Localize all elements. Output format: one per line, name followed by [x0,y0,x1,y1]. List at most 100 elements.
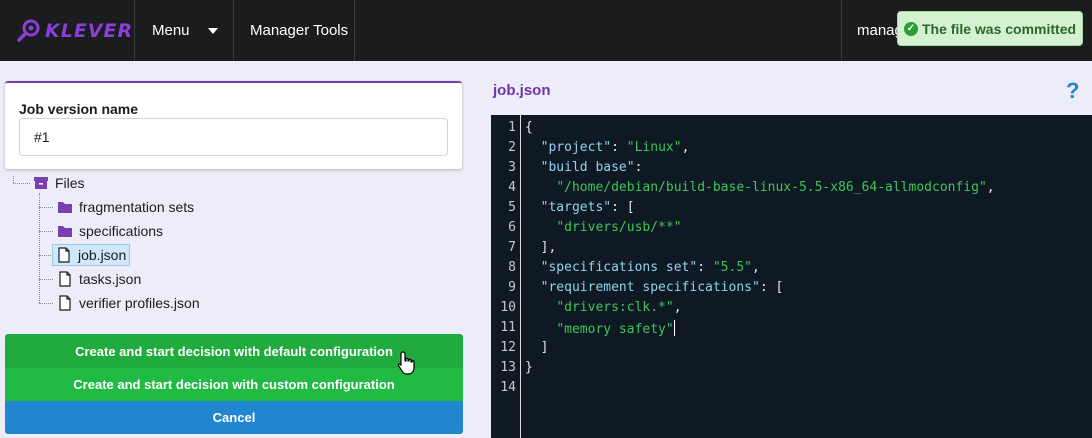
json-punctuation [525,160,541,175]
json-string: "memory safety" [556,322,674,337]
check-circle-icon: ✓ [904,21,918,36]
code-line[interactable]: "targets": [ [525,200,635,215]
line-number: 14 [500,380,516,395]
code-line[interactable]: "specifications set": "5.5", [525,260,760,275]
json-punctuation [525,180,556,195]
json-punctuation: : [ [611,200,635,215]
file-icon [59,295,71,311]
json-string: "drivers:clk.*" [556,300,674,315]
tree-item-verifier-profiles-json[interactable]: verifier profiles.json [57,292,200,314]
json-punctuation [525,200,541,215]
code-line[interactable]: ] [525,340,549,355]
tree-root-label: Files [55,175,85,191]
file-icon [58,247,70,263]
line-number: 4 [508,180,516,195]
json-punctuation: } [525,360,533,375]
json-string: "Linux" [626,140,682,155]
file-icon [59,271,71,287]
tree-connector [39,193,40,303]
json-punctuation: : [634,160,643,175]
code-line[interactable]: "/home/debian/build-base-linux-5.5-x86_6… [525,180,995,195]
editor-file-title: job.json [493,82,551,99]
start-default-config-button[interactable]: Create and start decision with default c… [5,334,463,368]
json-punctuation: : [697,260,713,275]
folder-icon [58,226,72,237]
line-number-gutter: 1 2 3 4 5 6 7 8 9 10 11 12 13 14 [491,115,521,438]
code-line[interactable]: "drivers:clk.*", [525,300,682,315]
line-number: 11 [500,320,516,335]
json-key: "build base" [540,160,635,175]
code-line[interactable]: "build base": [525,160,643,175]
tree-connector [39,279,53,280]
text-caret [673,320,675,336]
json-punctuation: , [752,260,760,275]
line-number: 3 [508,160,516,175]
json-punctuation: { [525,120,533,135]
tree-connector [13,183,30,184]
tree-connector [39,207,53,208]
logo-text: KLEVER [45,19,134,42]
json-punctuation: , [986,180,995,195]
tree-connector [39,231,53,232]
job-version-label: Job version name [19,101,139,117]
json-punctuation: : [611,140,627,155]
json-punctuation: , [673,300,682,315]
tree-item-job-json[interactable]: job.json [52,244,131,266]
code-editor[interactable]: 1 2 3 4 5 6 7 8 9 10 11 12 13 14 { "project": "Linux"… [491,115,1092,438]
menu-dropdown[interactable]: Menu [135,0,234,61]
json-punctuation [525,260,541,275]
job-version-input[interactable] [19,118,448,156]
line-number: 2 [508,140,516,155]
json-punctuation [525,280,541,295]
json-punctuation: ], [525,240,557,255]
tree-connector [13,176,14,183]
json-string: "/home/debian/build-base-linux-5.5-x86_6… [556,180,987,195]
line-number: 12 [500,340,516,355]
tree-item-label: fragmentation sets [79,199,195,215]
line-number: 9 [508,280,516,295]
code-line[interactable]: } [525,360,533,375]
tree-root-files[interactable]: Files [33,172,85,194]
line-number: 13 [500,360,516,375]
tree-item-label: tasks.json [79,271,142,287]
tree-item-fragmentation-sets[interactable]: fragmentation sets [57,196,194,218]
hand-pointer-icon [397,351,415,375]
json-punctuation [525,140,541,155]
code-line[interactable]: "memory safety" [525,320,675,337]
archive-icon [34,177,48,189]
job-version-card: Job version name [5,81,462,169]
tree-item-tasks-json[interactable]: tasks.json [57,268,141,290]
line-number: 8 [508,260,516,275]
json-key: "project" [540,140,612,155]
tree-item-specifications[interactable]: specifications [57,220,163,242]
json-string: "drivers/usb/**" [556,220,682,235]
cancel-button[interactable]: Cancel [5,401,463,434]
line-number: 10 [500,300,516,315]
manager-tools-label: Manager Tools [250,22,349,39]
success-toast[interactable]: ✓ The file was committed [897,11,1083,46]
json-punctuation [525,300,556,315]
tree-item-label: specifications [79,223,164,239]
json-punctuation: : [ [759,280,784,295]
help-icon[interactable]: ? [1066,78,1088,104]
tree-item-label: verifier profiles.json [79,295,200,311]
code-line[interactable]: "requirement specifications": [ [525,280,784,295]
folder-icon [58,202,72,213]
tree-item-label: job.json [78,247,127,263]
manager-tools-link[interactable]: Manager Tools [234,0,355,61]
code-line[interactable]: ], [525,240,557,255]
json-punctuation: , [681,140,690,155]
start-custom-config-button[interactable]: Create and start decision with custom co… [5,368,463,401]
code-line[interactable]: "project": "Linux", [525,140,690,155]
code-line[interactable]: "drivers/usb/**" [525,220,682,235]
klever-logo[interactable]: KLEVER [0,0,135,61]
json-key: "specifications set" [540,260,698,275]
json-key: "targets" [540,200,612,215]
line-number: 5 [508,200,516,215]
json-punctuation: ] [525,340,549,355]
json-key: "requirement specifications" [540,280,760,295]
code-line[interactable]: { [525,120,533,135]
magnifier-logo-icon [17,19,40,42]
menu-label: Menu [152,22,190,39]
caret-down-icon [207,27,218,34]
